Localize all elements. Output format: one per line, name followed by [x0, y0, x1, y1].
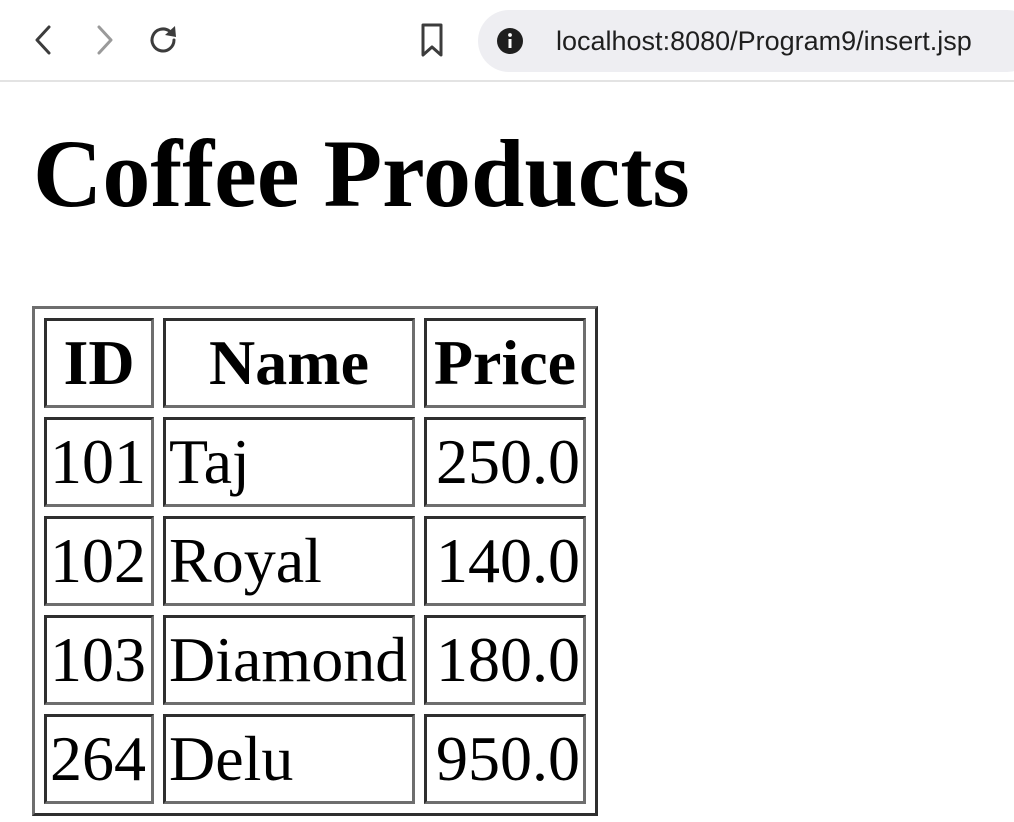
reload-icon: [150, 26, 176, 53]
page-content: Coffee Products ID Name Price 101 Taj 25…: [0, 84, 1014, 822]
table-row: 102 Royal 140.0: [44, 516, 586, 606]
cell-price: 250.0: [424, 417, 586, 507]
browser-toolbar: localhost:8080/Program9/insert.jsp: [0, 0, 1014, 82]
column-header-id: ID: [44, 318, 154, 408]
column-header-price: Price: [424, 318, 586, 408]
chevron-right-icon: [97, 25, 113, 55]
cell-id: 101: [44, 417, 154, 507]
table-header-row: ID Name Price: [44, 318, 586, 408]
info-icon[interactable]: [496, 27, 524, 55]
products-table: ID Name Price 101 Taj 250.0 102 Royal 14…: [32, 306, 598, 816]
table-row: 101 Taj 250.0: [44, 417, 586, 507]
chevron-left-icon: [35, 25, 51, 55]
table-row: 264 Delu 950.0: [44, 714, 586, 804]
cell-price: 180.0: [424, 615, 586, 705]
cell-name: Diamond: [163, 615, 415, 705]
cell-price: 950.0: [424, 714, 586, 804]
url-text[interactable]: localhost:8080/Program9/insert.jsp: [556, 26, 972, 56]
page-title: Coffee Products: [33, 120, 690, 227]
table-row: 103 Diamond 180.0: [44, 615, 586, 705]
address-bar[interactable]: localhost:8080/Program9/insert.jsp: [478, 10, 1014, 72]
cell-id: 264: [44, 714, 154, 804]
cell-name: Taj: [163, 417, 415, 507]
cell-name: Delu: [163, 714, 415, 804]
bookmark-button[interactable]: [410, 18, 454, 62]
back-button[interactable]: [22, 18, 66, 62]
cell-id: 103: [44, 615, 154, 705]
reload-button[interactable]: [141, 18, 185, 62]
column-header-name: Name: [163, 318, 415, 408]
forward-button[interactable]: [82, 18, 126, 62]
cell-name: Royal: [163, 516, 415, 606]
cell-price: 140.0: [424, 516, 586, 606]
cell-id: 102: [44, 516, 154, 606]
bookmark-icon: [421, 23, 443, 57]
